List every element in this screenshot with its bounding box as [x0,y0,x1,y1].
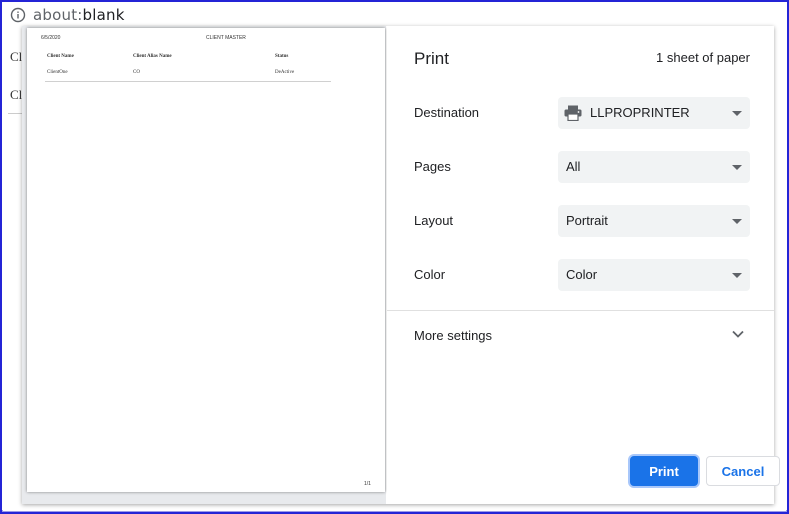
info-icon[interactable] [10,7,26,23]
pages-select[interactable]: All [558,151,750,183]
preview-cell: ClientOne [47,70,68,75]
chevron-down-icon [732,111,742,116]
pages-value: All [566,159,581,174]
address-bar[interactable]: about:blank [2,2,787,28]
preview-row-divider [45,81,331,82]
print-preview-area: 6/5/2020 CLIENT MASTER Client Name Clien… [22,26,386,504]
preview-page-number: 1/1 [364,481,371,487]
settings-divider [387,310,774,311]
print-button[interactable]: Print [630,456,698,486]
chevron-down-icon [732,165,742,170]
dialog-title: Print [414,49,449,68]
preview-page: 6/5/2020 CLIENT MASTER Client Name Clien… [27,28,385,492]
chevron-down-icon [732,219,742,224]
color-label: Color [414,267,446,282]
destination-select[interactable]: LLPROPRINTER [558,97,750,129]
print-dialog: 6/5/2020 CLIENT MASTER Client Name Clien… [22,26,780,504]
more-settings-toggle[interactable]: More settings [414,328,492,343]
url-scheme: about: [33,6,83,24]
preview-cell: CO [133,70,140,75]
destination-value: LLPROPRINTER [590,105,690,120]
layout-label: Layout [414,213,454,228]
color-value: Color [566,267,598,282]
preview-cell: DeActive [275,70,295,75]
preview-report-title: CLIENT MASTER [206,35,246,41]
color-select[interactable]: Color [558,259,750,291]
print-settings-panel: Print 1 sheet of paper Destination LLPRO… [387,26,780,504]
cancel-button[interactable]: Cancel [706,456,780,486]
chevron-down-icon [732,273,742,278]
preview-date: 6/5/2020 [41,35,61,41]
url-path: blank [82,6,125,24]
preview-column-header: Client Name [47,54,74,59]
preview-column-header: Status [275,54,289,59]
chevron-down-icon[interactable] [732,330,744,338]
url-text[interactable]: about:blank [33,6,125,24]
layout-value: Portrait [566,213,608,228]
printer-icon [564,105,582,121]
sheet-count: 1 sheet of paper [656,50,750,65]
preview-column-header: Client Alias Name [133,54,172,59]
destination-label: Destination [414,105,480,120]
layout-select[interactable]: Portrait [558,205,750,237]
pages-label: Pages [414,159,451,174]
